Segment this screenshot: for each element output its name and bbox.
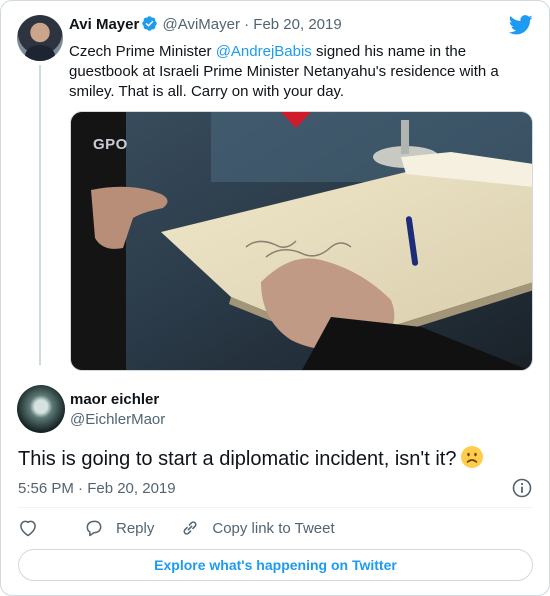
- reply-author-handle[interactable]: @EichlerMaor: [70, 410, 165, 430]
- reply-text-body: This is going to start a diplomatic inci…: [18, 448, 457, 470]
- quoted-tweet: Avi Mayer @AviMayer · Feb 20, 2019 Czech…: [69, 15, 535, 102]
- like-button[interactable]: [18, 518, 50, 538]
- quoted-tweet-text: Czech Prime Minister @AndrejBabis signed…: [69, 42, 525, 102]
- divider: [18, 507, 532, 508]
- heart-icon: [20, 520, 36, 537]
- gpo-watermark: GPO: [93, 136, 128, 153]
- quoted-tweet-header: Avi Mayer @AviMayer · Feb 20, 2019: [69, 15, 535, 38]
- maor-eichler-avatar[interactable]: [17, 385, 65, 433]
- copy-link-label: Copy link to Tweet: [212, 519, 335, 537]
- tweet-date[interactable]: Feb 20, 2019: [253, 16, 341, 33]
- thread-line: [39, 65, 41, 365]
- mention-link[interactable]: @AndrejBabis: [216, 43, 312, 60]
- reply-tweet-text: This is going to start a diplomatic inci…: [18, 445, 484, 476]
- explore-twitter-button[interactable]: Explore what's happening on Twitter: [18, 549, 533, 581]
- twitter-bird-icon[interactable]: [508, 15, 533, 40]
- author-handle[interactable]: @AviMayer: [162, 16, 239, 33]
- separator: ·: [244, 16, 250, 33]
- copy-link-button[interactable]: Copy link to Tweet: [180, 518, 335, 538]
- tweet-timestamp[interactable]: 5:56 PM · Feb 20, 2019: [18, 479, 176, 499]
- reply-label: Reply: [116, 519, 155, 537]
- tweet-text-part: Czech Prime Minister: [69, 43, 216, 60]
- reply-button[interactable]: Reply: [84, 518, 154, 538]
- author-name[interactable]: Avi Mayer: [69, 16, 139, 33]
- verified-badge-icon: [141, 15, 158, 38]
- info-icon[interactable]: [512, 478, 532, 503]
- reply-icon: [86, 520, 102, 537]
- reply-author-name[interactable]: maor eichler: [70, 390, 159, 410]
- tweet-actions: Reply Copy link to Tweet: [18, 517, 335, 539]
- tweet-photo[interactable]: GPO: [70, 111, 533, 371]
- frowning-emoji-icon: [460, 445, 484, 476]
- embedded-tweet-card: Avi Mayer @AviMayer · Feb 20, 2019 Czech…: [0, 0, 550, 596]
- avi-mayer-avatar[interactable]: [17, 15, 63, 61]
- link-icon: [183, 521, 197, 535]
